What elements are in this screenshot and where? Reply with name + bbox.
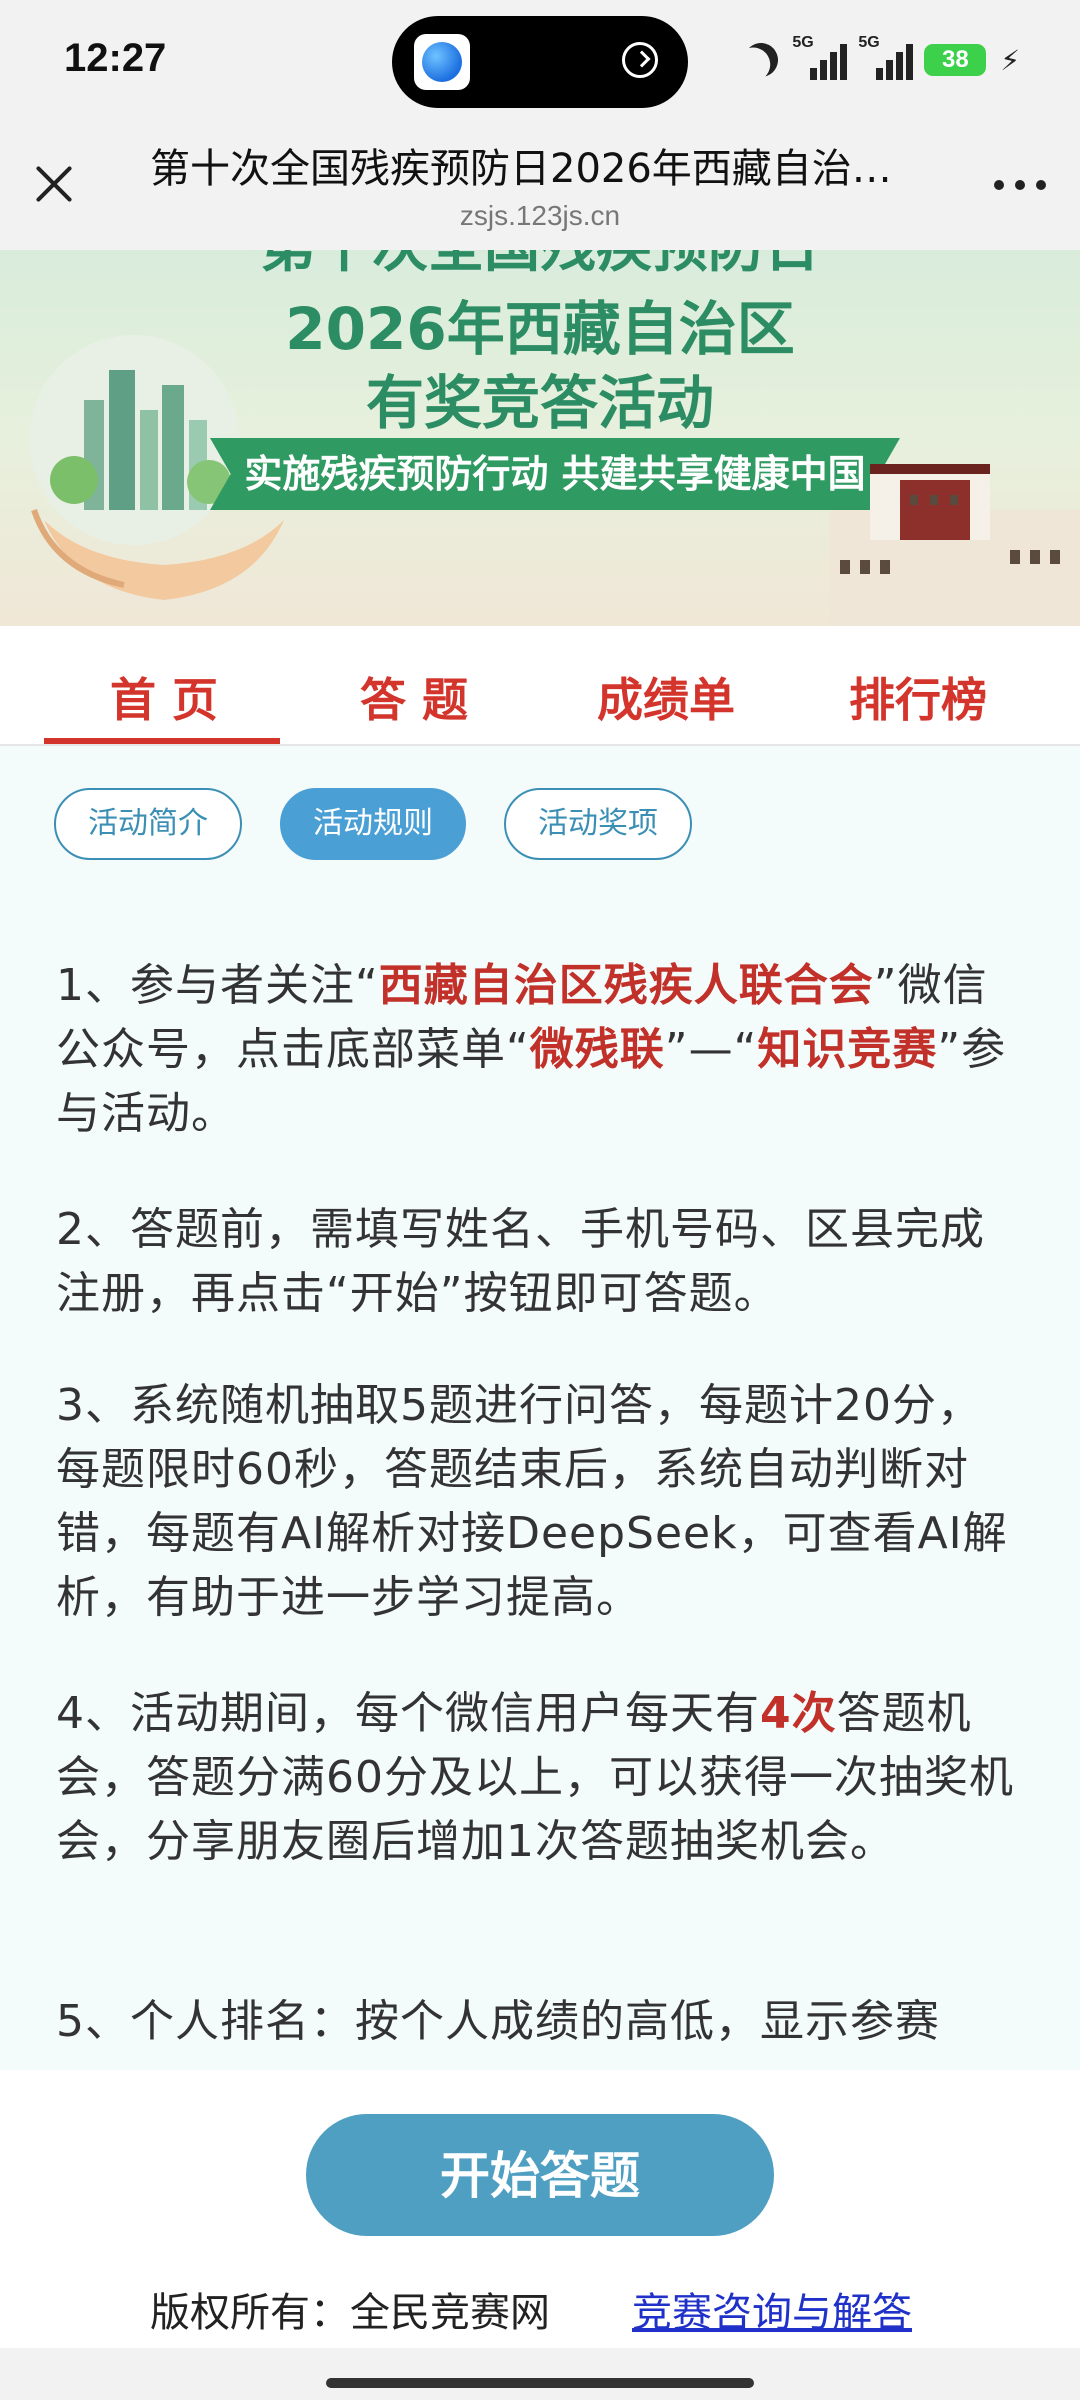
moon-icon <box>738 37 784 83</box>
banner-slogan: 实施残疾预防行动 共建共享健康中国 <box>210 438 900 510</box>
chevron-right-icon <box>622 42 658 78</box>
status-time: 12:27 <box>64 36 167 80</box>
battery-icon: 38 <box>924 44 987 76</box>
illustration-palace <box>830 464 1080 626</box>
banner: 第十次全国残疾预防日 2026年西藏自治区 有奖竞答活动 实施残疾预防行动 共建… <box>0 250 1080 626</box>
pill-rules[interactable]: 活动规则 <box>280 788 466 860</box>
more-icon[interactable] <box>994 180 1046 190</box>
home-indicator[interactable] <box>326 2378 754 2388</box>
rule-3: 3、系统随机抽取5题进行问答，每题计20分，每题限时60秒，答题结束后，系统自动… <box>56 1380 1008 1623</box>
browser-header: 第十次全国残疾预防日2026年西藏自治区有奖竞答活动 zsjs.123js.cn <box>0 124 1080 250</box>
page-url: zsjs.123js.cn <box>459 200 621 231</box>
rule-4: 4、活动期间，每个微信用户每天有4次答题机会，答题分满60分及以上，可以获得一次… <box>56 1688 1014 1867</box>
signal-icon: 5G <box>858 34 914 80</box>
start-quiz-button[interactable]: 开始答题 <box>306 2114 774 2236</box>
banner-line-2: 有奖竞答活动 <box>365 369 714 437</box>
signal-icon: 5G <box>792 34 848 80</box>
copyright-text: 版权所有：全民竞赛网 <box>150 2290 550 2336</box>
footer: 开始答题 版权所有：全民竞赛网 竞赛咨询与解答 <box>0 2070 1080 2348</box>
banner-top-line: 第十次全国残疾预防日 <box>0 250 1080 283</box>
status-indicators: 5G 5G 38 ⚡ <box>744 34 1020 80</box>
pill-intro[interactable]: 活动简介 <box>54 788 242 860</box>
tab-scores[interactable]: 成绩单 <box>546 664 786 730</box>
home-bar <box>0 2348 1080 2400</box>
charging-icon: ⚡ <box>1000 43 1020 77</box>
close-icon[interactable] <box>34 164 74 204</box>
status-bar: 12:27 5G 5G 38 ⚡ <box>0 0 1080 124</box>
rule-2: 2、答题前，需填写姓名、手机号码、区县完成注册，再点击“开始”按钮即可答题。 <box>56 1204 985 1319</box>
banner-line-1: 2026年西藏自治区 <box>285 295 795 363</box>
tab-home[interactable]: 首 页 <box>44 664 284 730</box>
pill-awards[interactable]: 活动奖项 <box>504 788 692 860</box>
page-title: 第十次全国残疾预防日2026年西藏自治区有奖竞答活动 <box>150 146 910 192</box>
rule-5: 5、个人排名：按个人成绩的高低，显示参赛 <box>56 1996 940 2047</box>
tab-leaderboard[interactable]: 排行榜 <box>798 664 1038 730</box>
dynamic-island[interactable] <box>392 16 688 108</box>
tab-answer[interactable]: 答 题 <box>294 664 534 730</box>
rules-content[interactable]: 活动简介 活动规则 活动奖项 1、参与者关注“西藏自治区残疾人联合会”微信公众号… <box>0 746 1080 2070</box>
main-tabs: 首 页 答 题 成绩单 排行榜 <box>0 626 1080 746</box>
tab-active-indicator <box>44 738 280 744</box>
browser-app-icon <box>414 34 470 90</box>
consult-link[interactable]: 竞赛咨询与解答 <box>632 2280 912 2338</box>
rule-1: 1、参与者关注“西藏自治区残疾人联合会”微信公众号，点击底部菜单“微残联”—“知… <box>56 960 1007 1139</box>
